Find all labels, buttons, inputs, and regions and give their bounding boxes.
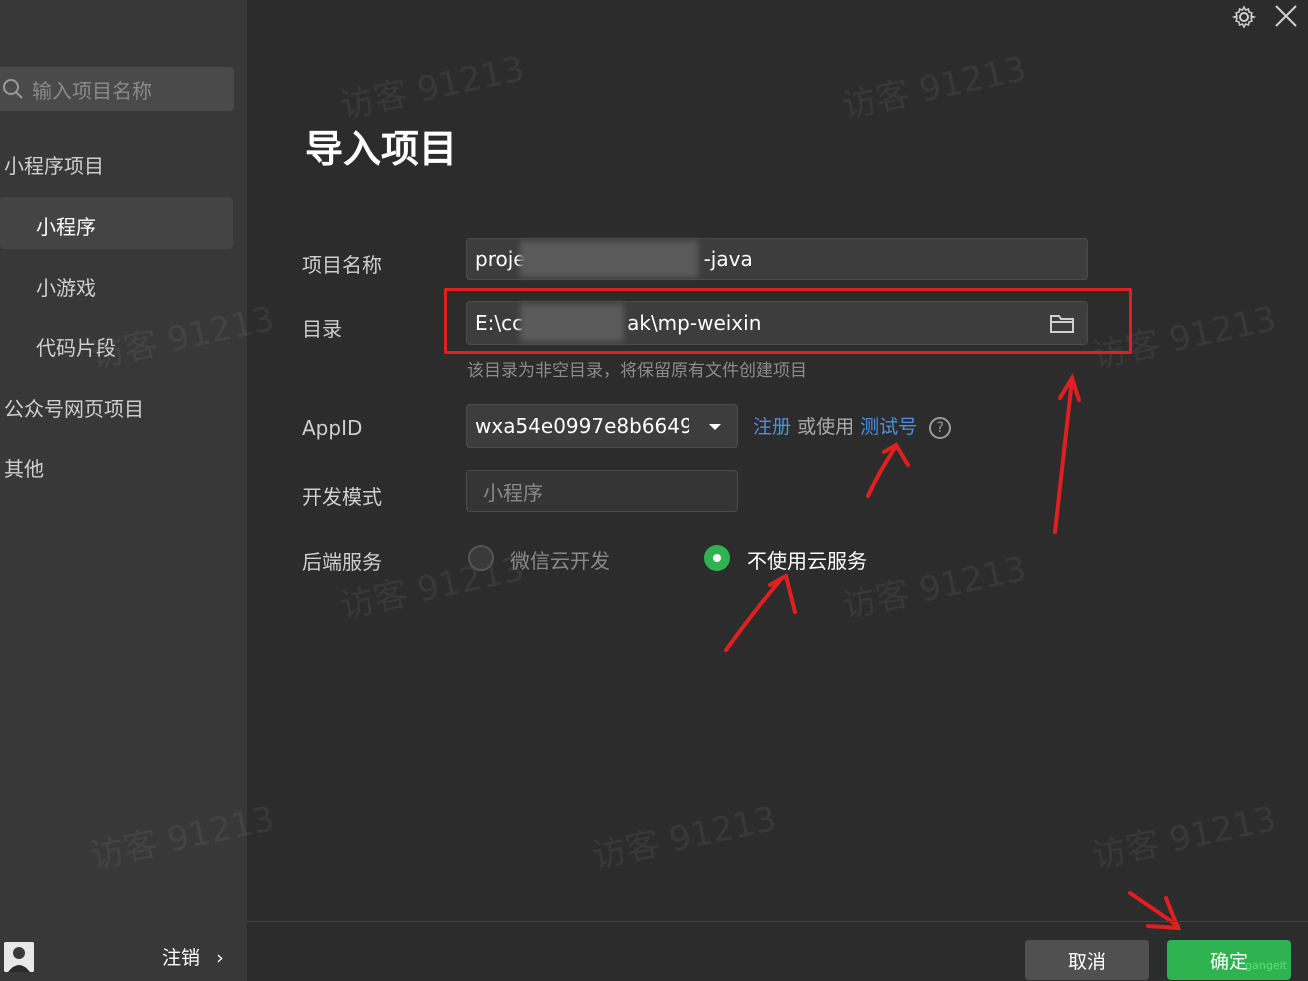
project-name-value-start: proje [475, 247, 526, 271]
dev-mode-label: 开发模式 [302, 485, 382, 509]
register-link[interactable]: 注册 [753, 416, 791, 438]
project-name-label: 项目名称 [302, 253, 382, 277]
chevron-right-icon: › [216, 947, 224, 969]
confirm-badge: gangeit [1245, 959, 1287, 972]
close-icon[interactable] [1274, 4, 1298, 28]
appid-value: wxa54e0997e8b6649 [475, 414, 689, 438]
test-account-link[interactable]: 测试号 [860, 416, 917, 438]
logout-label: 注销 [162, 947, 201, 969]
page-title: 导入项目 [305, 127, 458, 171]
confirm-button[interactable]: 确定 gangeit [1167, 940, 1291, 980]
project-search-input[interactable]: 输入项目名称 [0, 67, 234, 111]
or-use-text: 或使用 [797, 416, 855, 438]
search-icon [3, 79, 23, 99]
dev-mode-field: 小程序 [466, 470, 738, 512]
option-wechat-cloud-label[interactable]: 微信云开发 [510, 545, 610, 574]
redacted-blur [520, 241, 698, 277]
footer-divider [247, 921, 1308, 922]
directory-hint: 该目录为非空目录，将保留原有文件创建项目 [467, 361, 807, 381]
directory-label: 目录 [302, 317, 342, 341]
cancel-button[interactable]: 取消 [1025, 940, 1149, 980]
sidebar-item-label: 小程序 [36, 215, 96, 239]
cancel-label: 取消 [1067, 950, 1106, 973]
annotation-highlight-box [444, 288, 1132, 354]
backend-label: 后端服务 [302, 550, 382, 574]
sidebar-item-minigame[interactable]: 小游戏 [36, 272, 96, 301]
confirm-label: 确定 [1209, 950, 1248, 973]
dev-mode-value: 小程序 [483, 480, 543, 505]
section-miniprogram[interactable]: 小程序项目 [4, 150, 104, 179]
appid-actions: 注册 或使用 测试号 ? [753, 412, 952, 439]
appid-label: AppID [302, 416, 363, 440]
radio-wechat-cloud[interactable] [468, 545, 494, 571]
chevron-down-icon[interactable] [707, 422, 723, 432]
radio-no-cloud[interactable] [704, 545, 730, 571]
section-other[interactable]: 其他 [4, 453, 44, 482]
logout-button[interactable]: 注销 › [162, 943, 224, 970]
avatar[interactable] [4, 942, 34, 972]
sidebar-item-miniprogram[interactable]: 小程序 [0, 197, 233, 249]
settings-gear-icon[interactable] [1232, 5, 1256, 29]
search-placeholder: 输入项目名称 [32, 78, 152, 103]
appid-select[interactable]: wxa54e0997e8b6649 [466, 404, 738, 448]
project-name-value-end: -java [703, 247, 753, 271]
section-official-account[interactable]: 公众号网页项目 [4, 393, 144, 422]
help-icon[interactable]: ? [929, 416, 952, 439]
option-no-cloud-label[interactable]: 不使用云服务 [747, 545, 867, 574]
